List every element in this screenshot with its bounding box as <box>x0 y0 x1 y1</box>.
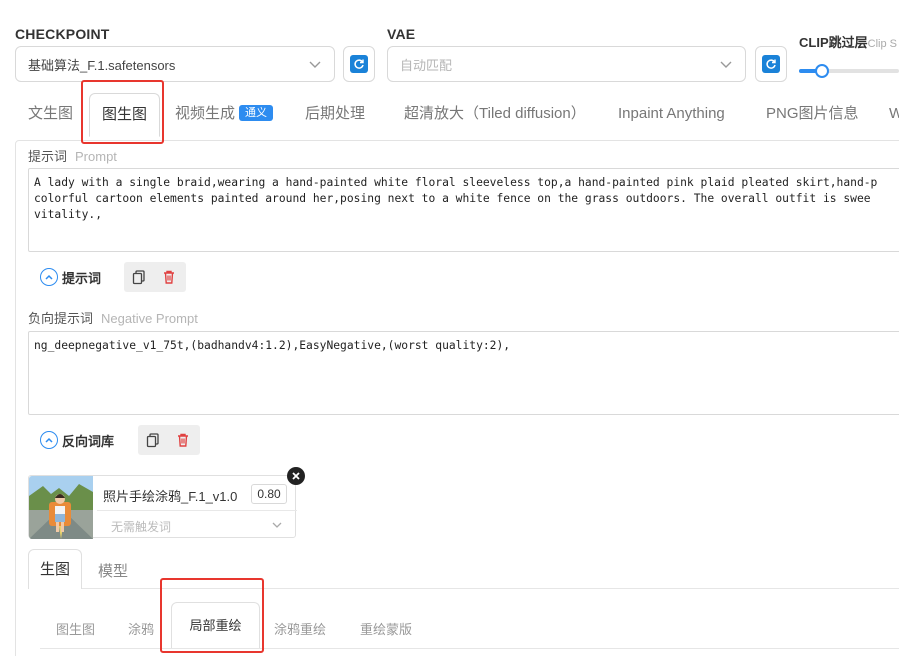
chevron-down-icon <box>272 522 282 528</box>
negative-prompt-label: 负向提示词 Negative Prompt <box>28 308 198 327</box>
checkpoint-select[interactable]: 基础算法_F.1.safetensors <box>15 46 335 82</box>
chevron-up-icon <box>40 431 58 449</box>
tab-model[interactable]: 模型 <box>98 560 128 581</box>
tab-inpaint-anything[interactable]: Inpaint Anything <box>618 96 725 132</box>
negative-tool-box <box>138 425 200 455</box>
negative-tool-title: 反向词库 <box>62 433 115 449</box>
mode-tab-inpaint-upload[interactable]: 重绘蒙版 <box>360 619 412 638</box>
checkpoint-refresh-button[interactable] <box>343 46 375 82</box>
chevron-up-icon <box>40 268 58 286</box>
vae-label: VAE <box>387 26 416 42</box>
tab-postprocess[interactable]: 后期处理 <box>305 96 365 132</box>
mode-tab-img2img[interactable]: 图生图 <box>56 619 95 638</box>
checkpoint-label: CHECKPOINT <box>15 26 110 42</box>
vae-refresh-button[interactable] <box>755 46 787 82</box>
mode-tab-sketch[interactable]: 涂鸦 <box>128 619 154 638</box>
lora-name: 照片手绘涂鸦_F.1_v1.0 <box>103 489 238 504</box>
mode-tab-inpaint-sketch[interactable]: 涂鸦重绘 <box>274 619 326 638</box>
chevron-down-icon <box>720 61 732 68</box>
negative-label-en: Negative Prompt <box>101 311 198 326</box>
refresh-icon <box>350 55 368 73</box>
negative-prompt-line: ng_deepnegative_v1_75t,(badhandv4:1.2),E… <box>34 339 511 352</box>
prompt-label: 提示词 Prompt <box>28 146 117 165</box>
tab-generate[interactable]: 生图 <box>28 549 83 589</box>
prompt-toolbar: 提示词 <box>40 262 101 292</box>
prompt-label-en: Prompt <box>75 149 117 164</box>
tab-video-badge: 通义 <box>239 105 274 121</box>
negative-label-zh: 负向提示词 <box>28 311 94 326</box>
clip-skip-slider[interactable] <box>799 69 899 73</box>
prompt-tool-title: 提示词 <box>62 270 102 286</box>
chevron-down-icon <box>309 61 321 68</box>
close-icon <box>292 472 300 480</box>
trash-icon[interactable] <box>168 425 198 455</box>
sub-tabs-divider <box>28 588 899 589</box>
trash-icon[interactable] <box>154 262 184 292</box>
lora-thumbnail <box>29 476 93 539</box>
mode-tab-inpaint[interactable]: 局部重绘 <box>171 602 260 648</box>
lora-trigger-select[interactable]: 无需触发词 <box>97 510 297 539</box>
tab-video[interactable]: 视频生成 通义 <box>175 96 274 132</box>
tab-more[interactable]: W <box>889 96 899 132</box>
tab-png-info[interactable]: PNG图片信息 <box>766 96 859 132</box>
vae-select[interactable]: 自动匹配 <box>387 46 746 82</box>
lora-weight-input[interactable]: 0.80 <box>251 484 287 504</box>
remove-lora-button[interactable] <box>287 467 305 485</box>
tab-txt2img[interactable]: 文生图 <box>28 96 73 132</box>
prompt-tool-box <box>124 262 186 292</box>
clip-skip-label: CLIP跳过层Clip S <box>799 35 897 50</box>
clip-skip-slider-handle[interactable] <box>815 64 829 78</box>
negative-collapse-button[interactable]: 反向词库 <box>40 431 114 450</box>
refresh-icon <box>762 55 780 73</box>
prompt-label-zh: 提示词 <box>28 149 68 164</box>
lora-trigger-placeholder: 无需触发词 <box>111 520 172 534</box>
negative-toolbar: 反向词库 <box>40 425 114 455</box>
prompt-textarea[interactable]: A lady with a single braid,wearing a han… <box>28 168 899 252</box>
prompt-line: colorful cartoon elements painted around… <box>34 192 871 205</box>
mode-tabs-divider <box>40 648 899 649</box>
copy-icon[interactable] <box>138 425 168 455</box>
prompt-collapse-button[interactable]: 提示词 <box>40 268 101 287</box>
tab-tiled-diffusion[interactable]: 超清放大（Tiled diffusion） <box>404 96 586 132</box>
vae-value: 自动匹配 <box>400 57 453 73</box>
lora-card[interactable]: 照片手绘涂鸦_F.1_v1.0 0.80 无需触发词 <box>28 475 297 539</box>
checkpoint-value: 基础算法_F.1.safetensors <box>28 57 176 73</box>
tab-video-label: 视频生成 <box>175 105 236 122</box>
tab-img2img[interactable]: 图生图 <box>89 93 161 137</box>
prompt-line: A lady with a single braid,wearing a han… <box>34 176 878 189</box>
copy-icon[interactable] <box>124 262 154 292</box>
prompt-line: vitality., <box>34 208 103 221</box>
negative-prompt-textarea[interactable]: ng_deepnegative_v1_75t,(badhandv4:1.2),E… <box>28 331 899 415</box>
